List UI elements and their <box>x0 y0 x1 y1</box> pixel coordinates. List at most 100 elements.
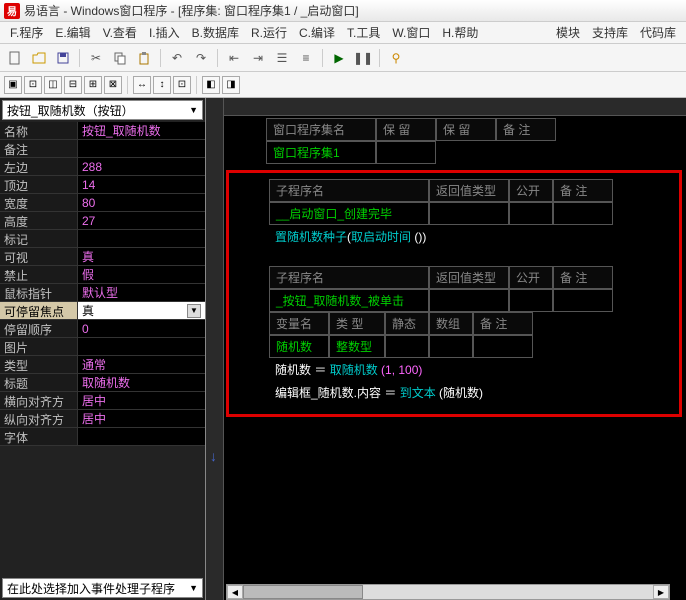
prop-row-5[interactable]: 高度27 <box>0 212 205 230</box>
design-btn-6[interactable]: ⊠ <box>104 76 122 94</box>
code-content: 窗口程序集名 保 留 保 留 备 注 窗口程序集1 子程序名 返回值类型 公开 <box>226 118 682 417</box>
list-icon[interactable]: ☰ <box>271 47 293 69</box>
prop-label: 图片 <box>0 338 78 355</box>
prop-value[interactable]: 居中 <box>78 392 205 409</box>
prop-value[interactable]: 取随机数 <box>78 374 205 391</box>
prop-row-6[interactable]: 标记 <box>0 230 205 248</box>
prop-row-16[interactable]: 纵向对齐方式居中 <box>0 410 205 428</box>
design-btn-4[interactable]: ⊟ <box>64 76 82 94</box>
menu-insert[interactable]: I.插入 <box>143 22 186 43</box>
menu-view[interactable]: V.查看 <box>97 22 143 43</box>
prop-row-1[interactable]: 备注 <box>0 140 205 158</box>
prop-value[interactable]: 真▼ <box>78 302 205 319</box>
design-btn-8[interactable]: ↕ <box>153 76 171 94</box>
menu-compile[interactable]: C.编译 <box>293 22 341 43</box>
code-editor[interactable]: ↓ 窗口程序集名 保 留 保 留 备 注 窗口程序集1 子程序名 <box>206 98 686 600</box>
prop-row-4[interactable]: 宽度80 <box>0 194 205 212</box>
menu-program[interactable]: F.程序 <box>4 22 49 43</box>
prop-value[interactable] <box>78 428 205 445</box>
scroll-left-icon[interactable]: ◀ <box>227 585 243 599</box>
align-icon[interactable]: ≡ <box>295 47 317 69</box>
chevron-down-icon[interactable]: ▼ <box>187 304 201 318</box>
program-set-row[interactable]: 窗口程序集1 <box>266 141 682 164</box>
prop-value[interactable]: 80 <box>78 194 205 211</box>
prop-row-15[interactable]: 横向对齐方式居中 <box>0 392 205 410</box>
design-btn-10[interactable]: ◧ <box>202 76 220 94</box>
chevron-down-icon: ▼ <box>189 583 198 593</box>
prop-row-9[interactable]: 鼠标指针默认型 <box>0 284 205 302</box>
prop-value[interactable]: 27 <box>78 212 205 229</box>
copy-icon[interactable] <box>109 47 131 69</box>
cut-icon[interactable]: ✂ <box>85 47 107 69</box>
prop-value[interactable]: 默认型 <box>78 284 205 301</box>
prop-row-2[interactable]: 左边288 <box>0 158 205 176</box>
menu-run[interactable]: R.运行 <box>245 22 293 43</box>
horizontal-scrollbar[interactable]: ◀ ▶ <box>226 584 670 600</box>
pause-icon[interactable]: ❚❚ <box>352 47 374 69</box>
redo-icon[interactable]: ↷ <box>190 47 212 69</box>
prop-value[interactable] <box>78 338 205 355</box>
menu-code-lib[interactable]: 代码库 <box>634 22 682 43</box>
menu-module[interactable]: 模块 <box>550 22 586 43</box>
prop-row-12[interactable]: 图片 <box>0 338 205 356</box>
design-btn-1[interactable]: ▣ <box>4 76 22 94</box>
save-icon[interactable] <box>52 47 74 69</box>
outdent-icon[interactable]: ⇤ <box>223 47 245 69</box>
prop-value[interactable]: 通常 <box>78 356 205 373</box>
sub1-row[interactable]: __启动窗口_创建完毕 <box>269 202 675 225</box>
menu-help[interactable]: H.帮助 <box>436 22 484 43</box>
code-line-1[interactable]: 置随机数种子(取启动时间 ()) <box>269 225 675 248</box>
prop-row-14[interactable]: 标题取随机数 <box>0 374 205 392</box>
menu-support-lib[interactable]: 支持库 <box>586 22 634 43</box>
prop-row-10[interactable]: 可停留焦点真▼ <box>0 302 205 320</box>
prop-value[interactable]: 14 <box>78 176 205 193</box>
toolbar-main: ✂ ↶ ↷ ⇤ ⇥ ☰ ≡ ▶ ❚❚ ⚲ <box>0 44 686 72</box>
menu-window[interactable]: W.窗口 <box>386 22 436 43</box>
prop-row-13[interactable]: 类型通常 <box>0 356 205 374</box>
var-row[interactable]: 随机数 整数型 <box>269 335 675 358</box>
new-icon[interactable] <box>4 47 26 69</box>
prop-value[interactable]: 288 <box>78 158 205 175</box>
design-btn-2[interactable]: ⊡ <box>24 76 42 94</box>
prop-value[interactable]: 居中 <box>78 410 205 427</box>
design-btn-9[interactable]: ⊡ <box>173 76 191 94</box>
paste-icon[interactable] <box>133 47 155 69</box>
prop-row-8[interactable]: 禁止假 <box>0 266 205 284</box>
menu-tools[interactable]: T.工具 <box>341 22 386 43</box>
scroll-track[interactable] <box>243 585 653 599</box>
menu-database[interactable]: B.数据库 <box>186 22 245 43</box>
find-icon[interactable]: ⚲ <box>385 47 407 69</box>
menu-edit[interactable]: E.编辑 <box>49 22 96 43</box>
prop-value[interactable]: 假 <box>78 266 205 283</box>
sub2-row[interactable]: _按钮_取随机数_被单击 <box>269 289 675 312</box>
code-line-2[interactable]: 随机数 ＝ 取随机数 (1, 100) <box>269 358 675 381</box>
prop-row-17[interactable]: 字体 <box>0 428 205 446</box>
prop-value[interactable] <box>78 140 205 157</box>
open-icon[interactable] <box>28 47 50 69</box>
prop-row-0[interactable]: 名称按钮_取随机数 <box>0 122 205 140</box>
prop-value[interactable]: 0 <box>78 320 205 337</box>
prop-value[interactable]: 按钮_取随机数 <box>78 122 205 139</box>
design-btn-7[interactable]: ↔ <box>133 76 151 94</box>
design-btn-5[interactable]: ⊞ <box>84 76 102 94</box>
prop-row-11[interactable]: 停留顺序0 <box>0 320 205 338</box>
code-line-3[interactable]: 编辑框_随机数.内容 ＝ 到文本 (随机数) <box>269 381 675 404</box>
prop-label: 顶边 <box>0 176 78 193</box>
undo-icon[interactable]: ↶ <box>166 47 188 69</box>
col-remark: 备 注 <box>496 118 556 141</box>
prop-value[interactable] <box>78 230 205 247</box>
title-bar: 易 易语言 - Windows窗口程序 - [程序集: 窗口程序集1 / _启动… <box>0 0 686 22</box>
scroll-right-icon[interactable]: ▶ <box>653 585 669 599</box>
scroll-thumb[interactable] <box>243 585 363 599</box>
indent-icon[interactable]: ⇥ <box>247 47 269 69</box>
prop-row-7[interactable]: 可视真 <box>0 248 205 266</box>
prop-row-3[interactable]: 顶边14 <box>0 176 205 194</box>
design-btn-3[interactable]: ◫ <box>44 76 62 94</box>
event-selector[interactable]: 在此处选择加入事件处理子程序 ▼ <box>2 578 203 598</box>
run-icon[interactable]: ▶ <box>328 47 350 69</box>
property-panel: 按钮_取随机数（按钮） ▼ 名称按钮_取随机数备注左边288顶边14宽度80高度… <box>0 98 206 600</box>
object-selector[interactable]: 按钮_取随机数（按钮） ▼ <box>2 100 203 120</box>
design-btn-11[interactable]: ◨ <box>222 76 240 94</box>
program-set-header: 窗口程序集名 保 留 保 留 备 注 <box>266 118 682 141</box>
prop-value[interactable]: 真 <box>78 248 205 265</box>
